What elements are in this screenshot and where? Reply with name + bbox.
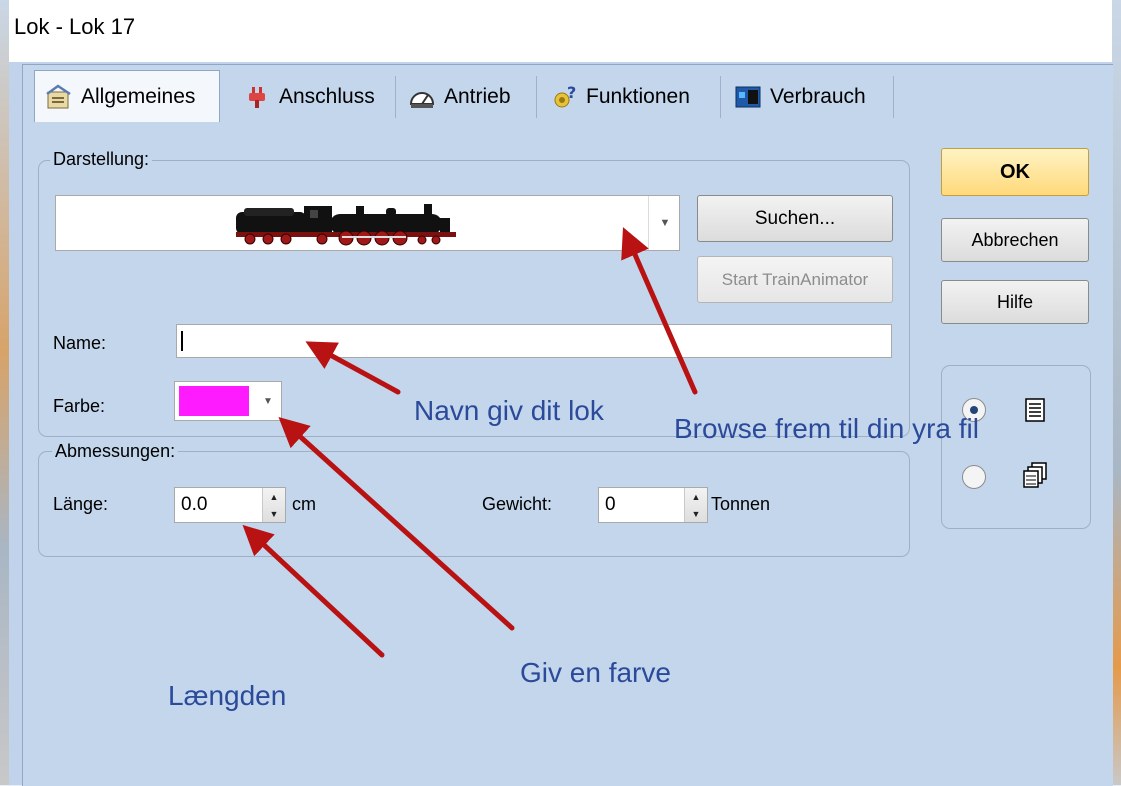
arrow-to-name	[305, 341, 401, 395]
annotation-length: Længden	[168, 680, 287, 711]
annotation-browse: Browse frem til din yra fil	[674, 413, 979, 444]
arrow-to-length	[242, 524, 385, 658]
arrow-to-image	[621, 227, 698, 395]
annotation-color: Giv en farve	[520, 657, 671, 688]
annotation-name: Navn giv dit lok	[414, 395, 604, 426]
